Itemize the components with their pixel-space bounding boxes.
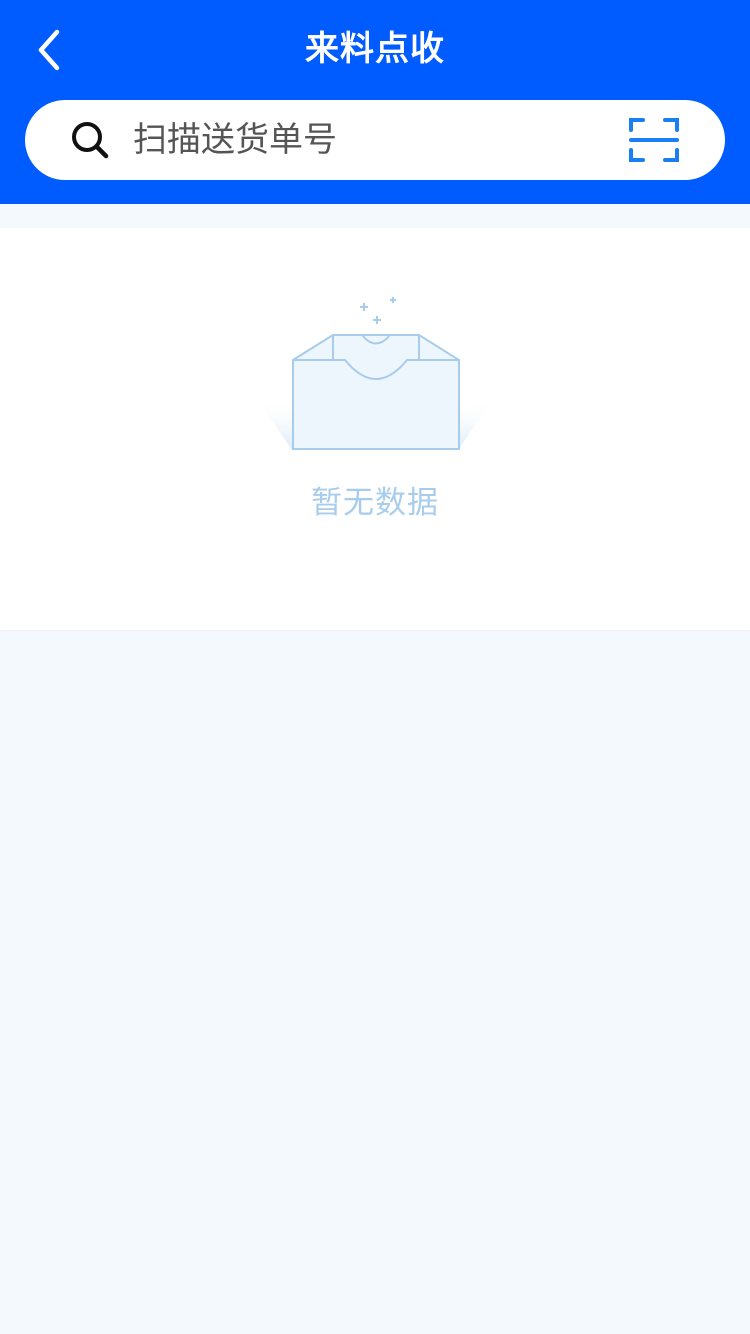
search-bar — [25, 100, 725, 180]
scan-button[interactable] — [629, 116, 679, 164]
scan-icon — [629, 118, 679, 162]
search-icon — [72, 122, 109, 159]
empty-state-text: 暂无数据 — [311, 485, 439, 521]
app-header: 来料点收 — [0, 0, 750, 204]
search-input[interactable] — [133, 110, 603, 170]
page-title: 来料点收 — [305, 29, 445, 69]
empty-box-icon — [256, 297, 494, 450]
